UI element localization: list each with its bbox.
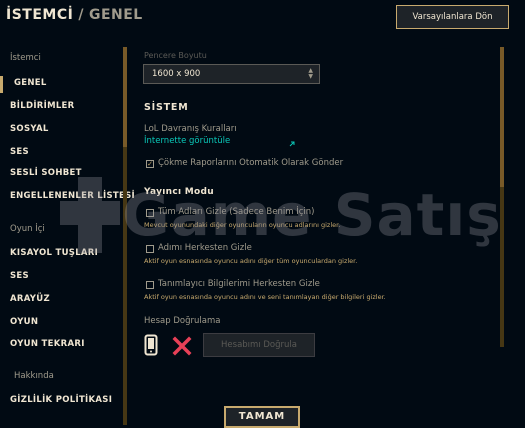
sidebar-active-indicator [0,76,3,93]
hide-identity-description: Aktif oyun esnasında oyuncu adını ve sen… [144,293,386,301]
window-size-value: 1600 x 900 [152,69,201,79]
sidebar-item-replay[interactable]: OYUN TEKRARI [10,339,85,349]
settings-content: Pencere Boyutu 1600 x 900 ▲ ▼ SİSTEM LoL … [136,40,506,420]
top-bar: İSTEMCİ / GENEL Varsayılanlara Dön [0,0,525,40]
ok-button[interactable]: TAMAM [224,406,300,428]
sidebar-scrollbar-thumb[interactable] [123,47,127,147]
sidebar-item-general[interactable]: GENEL [14,78,47,88]
view-online-link[interactable]: İnternette görüntüle [144,136,230,146]
content-scrollbar-thumb[interactable] [500,47,504,187]
crash-report-checkbox[interactable]: ✓ [146,160,154,168]
sidebar-item-privacy[interactable]: GİZLİLİK POLİTİKASI [10,395,112,405]
title-sub: GENEL [88,7,143,23]
system-heading: SİSTEM [144,102,189,113]
phone-icon [144,334,158,356]
page-title: İSTEMCİ / GENEL [6,7,143,23]
hide-names-label: Tüm Adları Gizle (Sadece Benim İçin) [158,207,315,217]
sidebar-section-about: Hakkında [14,371,54,381]
sidebar-item-voice-chat[interactable]: SESLİ SOHBET [10,168,82,178]
hide-my-name-description: Aktif oyun esnasında oyuncu adını diğer … [144,257,358,265]
reset-defaults-button[interactable]: Varsayılanlara Dön [396,5,509,29]
sidebar-item-block-list[interactable]: ENGELLENENLER LİSTESİ [10,191,135,201]
sidebar-scrollbar[interactable] [123,47,127,425]
settings-sidebar: İstemci GENEL BİLDİRİMLER SOSYAL SES SES… [0,40,135,425]
title-separator: / [78,7,84,23]
account-verify-label: Hesap Doğrulama [144,316,221,326]
sidebar-item-hotkeys[interactable]: KISAYOL TUŞLARI [10,248,98,258]
window-size-select[interactable]: 1600 x 900 ▲ ▼ [143,64,320,84]
title-main: İSTEMCİ [6,7,74,23]
hide-names-checkbox[interactable] [146,209,154,217]
sidebar-section-ingame: Oyun İçi [10,224,45,234]
behavior-rules-text: LoL Davranış Kuralları [144,124,237,134]
streamer-mode-heading: Yayıncı Modu [144,187,214,197]
sidebar-item-sound[interactable]: SES [10,147,29,157]
window-size-label: Pencere Boyutu [144,51,207,60]
content-scrollbar[interactable] [500,47,504,347]
verify-account-button[interactable]: Hesabımı Doğrula [203,333,315,357]
crash-report-label: Çökme Raporlarını Otomatik Olarak Gönder [158,158,344,168]
hide-my-name-label: Adımı Herkesten Gizle [158,243,252,253]
not-verified-x-icon [172,336,192,356]
hide-identity-checkbox[interactable] [146,281,154,289]
sidebar-section-client: İstemci [10,53,41,63]
sidebar-item-interface[interactable]: ARAYÜZ [10,294,50,304]
hide-my-name-checkbox[interactable] [146,245,154,253]
select-arrows-icon: ▲ ▼ [308,67,313,80]
hide-identity-label: Tanımlayıcı Bilgilerimi Herkesten Gizle [158,279,320,289]
sidebar-item-notifications[interactable]: BİLDİRİMLER [10,101,75,111]
sidebar-item-social[interactable]: SOSYAL [10,124,49,134]
hide-names-description: Mevcut oyunundaki diğer oyuncuların oyun… [144,221,341,229]
sidebar-item-ingame-sound[interactable]: SES [10,271,29,281]
external-link-icon[interactable] [288,140,296,148]
sidebar-item-game[interactable]: OYUN [10,317,38,327]
